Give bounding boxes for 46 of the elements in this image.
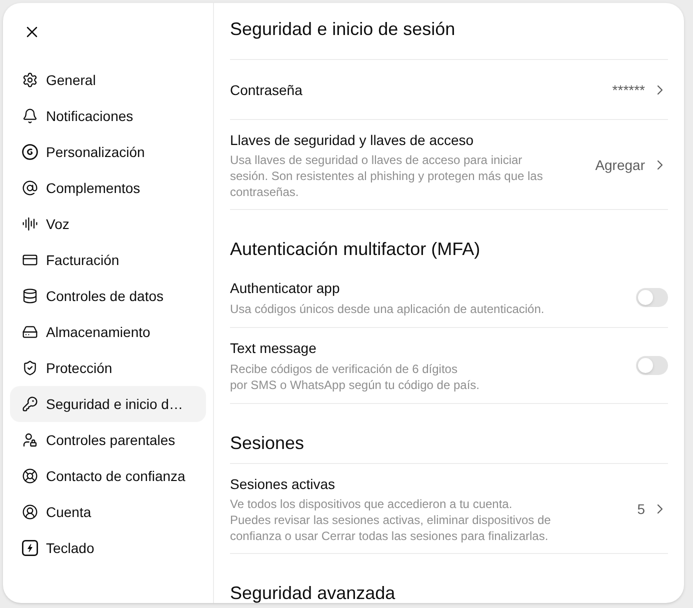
sidebar-item[interactable]: Seguridad e inicio d… bbox=[10, 386, 206, 422]
sidebar-item[interactable]: Cuenta bbox=[10, 494, 206, 530]
sidebar-item[interactable]: General bbox=[10, 62, 206, 98]
sidebar-item[interactable]: Almacenamiento bbox=[10, 314, 206, 350]
sidebar-item[interactable]: Contacto de confianza bbox=[10, 458, 206, 494]
row-description: Usa llaves de seguridad o llaves de acceso para iniciar sesión. Son resistentes al phishing y protegen más que las contraseñas. bbox=[230, 152, 543, 200]
toggle-switch[interactable] bbox=[636, 356, 668, 375]
section-heading: Sesiones bbox=[230, 432, 306, 454]
sidebar-item[interactable]: Controles de datos bbox=[10, 278, 206, 314]
row-label: Text message bbox=[230, 339, 318, 358]
lifebuoy-icon bbox=[22, 468, 38, 484]
row-label: Contraseña bbox=[230, 81, 302, 100]
at-sign-icon bbox=[22, 180, 38, 196]
row-description: Recibe códigos de verificación de 6 dígitos por SMS o WhatsApp según tu código de país. bbox=[230, 361, 480, 393]
key-icon bbox=[22, 396, 38, 412]
page-title: Seguridad e inicio de sesión bbox=[230, 18, 456, 41]
audio-lines-icon bbox=[22, 216, 38, 232]
shield-check-icon bbox=[22, 360, 38, 376]
row-description: Usa códigos únicos desde una aplicación de autenticación. bbox=[230, 301, 544, 317]
row-action-button[interactable]: Agregar bbox=[595, 155, 668, 175]
row-label: Authenticator app bbox=[230, 279, 341, 298]
sidebar-item[interactable]: Teclado bbox=[10, 530, 206, 566]
bolt-square-icon bbox=[22, 540, 38, 556]
row-action-button[interactable]: 5 bbox=[637, 499, 668, 519]
sidebar-item[interactable]: Personalización bbox=[10, 134, 206, 170]
row-label: Sesiones activas bbox=[230, 475, 336, 494]
section-heading: Seguridad avanzada bbox=[230, 582, 396, 603]
database-icon bbox=[22, 288, 38, 304]
sidebar-item[interactable]: Complementos bbox=[10, 170, 206, 206]
sidebar-item[interactable]: Facturación bbox=[10, 242, 206, 278]
user-lock-icon bbox=[22, 432, 38, 448]
drive-icon bbox=[22, 324, 38, 340]
swirl-circle-icon bbox=[22, 144, 38, 160]
user-circle-icon bbox=[22, 504, 38, 520]
gear-icon bbox=[22, 72, 38, 88]
bell-icon bbox=[22, 108, 38, 124]
section-heading: Autenticación multifactor (MFA) bbox=[230, 238, 482, 260]
sidebar-item[interactable]: Notificaciones bbox=[10, 98, 206, 134]
sidebar-item[interactable]: Controles parentales bbox=[10, 422, 206, 458]
row-label: Llaves de seguridad y llaves de acceso bbox=[230, 131, 475, 150]
sidebar-item[interactable]: Protección bbox=[10, 350, 206, 386]
row-action-button[interactable]: ****** bbox=[612, 80, 668, 100]
toggle-switch[interactable] bbox=[636, 288, 668, 307]
row-description: Ve todos los dispositivos que accedieron a tu cuenta. Puedes revisar las sesiones activas, eliminar dispositivos de confianza o usar Cerrar todas las sesiones para finalizarlas. bbox=[230, 496, 551, 544]
sidebar-item[interactable]: Voz bbox=[10, 206, 206, 242]
card-icon bbox=[22, 252, 38, 268]
